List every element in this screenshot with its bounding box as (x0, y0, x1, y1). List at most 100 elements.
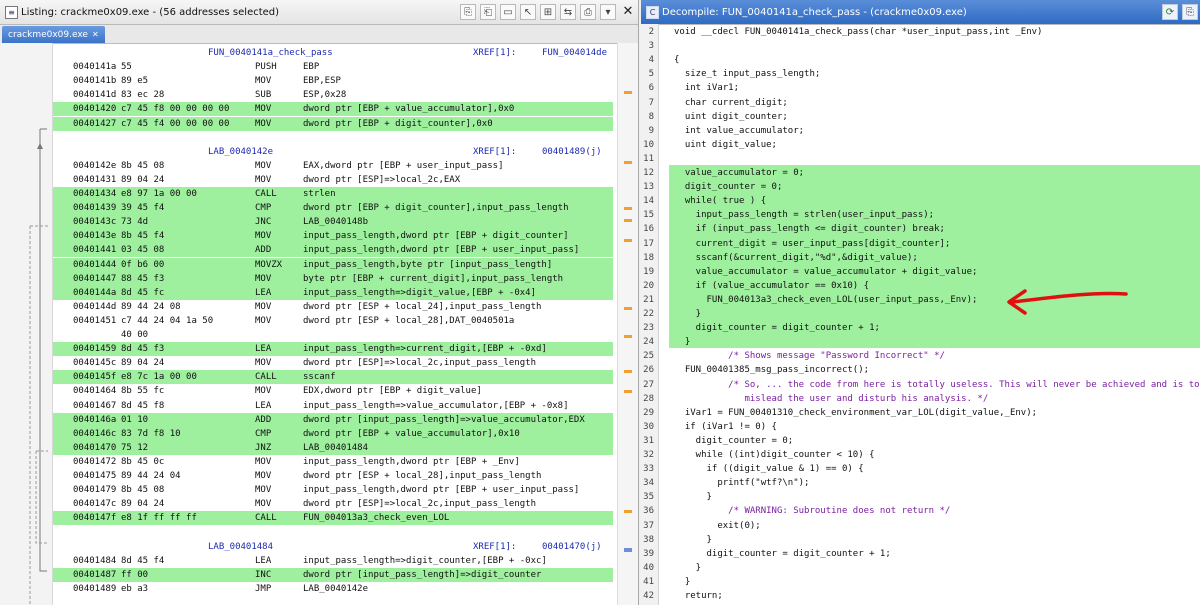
code-line[interactable]: 31 digit_counter = 0; (641, 434, 1200, 448)
code-line[interactable]: 34 printf("wtf?\n"); (641, 476, 1200, 490)
line-number: 13 (643, 182, 654, 193)
row-mnemonic: MOV (255, 174, 272, 185)
code-line[interactable]: 19 value_accumulator = value_accumulator… (641, 265, 1200, 279)
listing-overview-bar[interactable] (617, 43, 638, 605)
function-label-row[interactable]: FUN_0040141a_check_pass XREF[1]: FUN_00401… (53, 46, 613, 60)
jump-label-row[interactable]: LAB_0040142e XREF[1]: 00401489(j) (53, 145, 613, 159)
listing-row[interactable]: 0040144d 89 44 24 08 MOV dword ptr [ESP + l… (53, 300, 613, 314)
listing-close-icon[interactable]: ✕ (620, 4, 636, 20)
code-line[interactable]: 23 digit_counter = digit_counter + 1; (641, 321, 1200, 335)
code-line[interactable]: 8 uint digit_counter; (641, 110, 1200, 124)
listing-row[interactable]: 00401447 88 45 f3 MOV byte ptr [EBP + curre… (53, 271, 613, 286)
code-line[interactable]: 5 size_t input_pass_length; (641, 67, 1200, 81)
listing-row[interactable]: 00401459 8d 45 f3 LEA input_pass_length=>cu… (53, 342, 613, 357)
field-layout-icon[interactable]: ⊞ (540, 4, 556, 20)
tab-close-icon[interactable]: ✕ (92, 30, 99, 39)
diff-icon[interactable]: ⇆ (560, 4, 576, 20)
code-line[interactable]: 13 digit_counter = 0; (641, 180, 1200, 194)
listing-row[interactable]: 00401439 39 45 f4 CMP dword ptr [EBP + digi… (53, 201, 613, 216)
listing-row[interactable]: 00401479 8b 45 08 MOV input_pass_length,dwo… (53, 483, 613, 497)
decompile-view[interactable]: 2 void __cdecl FUN_0040141a_check_pass(ch… (641, 24, 1200, 605)
listing-row[interactable]: 0040141d 83 ec 28 SUB ESP,0x28 (53, 88, 613, 102)
paste-icon[interactable]: ⎗ (480, 4, 496, 20)
decompile-copy-icon[interactable]: ⎘ (1182, 4, 1198, 20)
code-line[interactable]: 7 char current_digit; (641, 96, 1200, 110)
listing-row[interactable]: 00401431 89 04 24 MOV dword ptr [ESP]=>loca… (53, 173, 613, 187)
listing-row[interactable]: 0040144a 8d 45 fc LEA input_pass_length=>di… (53, 285, 613, 300)
listing-row[interactable]: 00401420 c7 45 f8 00 00 00 00 MOV dword ptr… (53, 102, 613, 117)
code-line[interactable]: 22 } (641, 307, 1200, 321)
code-line[interactable]: 18 sscanf(&current_digit,"%d",&digit_val… (641, 251, 1200, 265)
listing-row[interactable]: 0040141a 55 PUSH EBP (53, 60, 613, 74)
listing-row[interactable]: 00401444 0f b6 00 MOVZX input_pass_length,b… (53, 257, 613, 272)
refresh-icon[interactable]: ⟳ (1162, 4, 1178, 20)
code-line[interactable]: 32 while ((int)digit_counter < 10) { (641, 448, 1200, 462)
print-icon[interactable]: ⎙ (580, 4, 596, 20)
listing-row[interactable]: 00401451 c7 44 24 04 1a 50 MOV dword ptr [E… (53, 314, 613, 328)
cursor-select-icon[interactable]: ↖ (520, 4, 536, 20)
code-line[interactable]: 15 input_pass_length = strlen(user_input… (641, 208, 1200, 222)
code-line[interactable]: 37 exit(0); (641, 519, 1200, 533)
code-line[interactable]: 12 value_accumulator = 0; (641, 166, 1200, 180)
listing-row[interactable]: 00401434 e8 97 1a 00 00 CALL strlen (53, 187, 613, 201)
listing-view[interactable]: FUN_0040141a_check_pass XREF[1]: FUN_00401… (0, 43, 638, 605)
code-line[interactable]: 40 } (641, 561, 1200, 575)
listing-row[interactable]: 00401472 8b 45 0c MOV input_pass_length,dwo… (53, 455, 613, 469)
code-line[interactable]: 2 void __cdecl FUN_0040141a_check_pass(ch… (641, 25, 1200, 39)
code-line[interactable]: 25 /* Shows message "Password Incorrect"… (641, 349, 1200, 363)
listing-row[interactable]: 0040145f e8 7c 1a 00 00 CALL sscanf (53, 370, 613, 385)
code-line[interactable]: 9 int value_accumulator; (641, 124, 1200, 138)
snapshot-icon[interactable]: ▭ (500, 4, 516, 20)
code-line[interactable]: 29 iVar1 = FUN_00401310_check_environmen… (641, 406, 1200, 420)
code-line[interactable]: 28 mislead the user and disturb his anal… (641, 392, 1200, 406)
listing-row[interactable]: 00401475 89 44 24 04 MOV dword ptr [ESP + l… (53, 469, 613, 483)
listing-row[interactable]: 0040146c 83 7d f8 10 CMP dword ptr [EBP + v… (53, 426, 613, 441)
decompile-window-icon: C (646, 5, 659, 19)
code-line[interactable]: 3 (641, 39, 1200, 53)
row-xref: XREF[1]: (473, 541, 517, 552)
code-line[interactable]: 39 digit_counter = digit_counter + 1; (641, 547, 1200, 561)
code-line[interactable]: 20 if (value_accumulator == 0x10) { (641, 279, 1200, 293)
code-line[interactable]: 16 if (input_pass_length <= digit_counte… (641, 222, 1200, 236)
listing-row[interactable]: 0040147f e8 1f ff ff ff CALL FUN_004013a3_c… (53, 511, 613, 526)
code-line[interactable]: 33 if ((digit_value & 1) == 0) { (641, 462, 1200, 476)
listing-row[interactable]: 00401441 03 45 08 ADD input_pass_length,dwo… (53, 243, 613, 258)
tab-crackme0x09[interactable]: crackme0x09.exe ✕ (2, 26, 105, 43)
listing-row[interactable]: 0040143c 73 4d JNC LAB_0040148b (53, 215, 613, 230)
code-line[interactable]: 11 (641, 152, 1200, 166)
listing-row[interactable]: 0040141b 89 e5 MOV EBP,ESP (53, 74, 613, 88)
code-line[interactable]: 30 if (iVar1 != 0) { (641, 420, 1200, 434)
listing-row[interactable]: 0040145c 89 04 24 MOV dword ptr [ESP]=>loca… (53, 356, 613, 370)
listing-row[interactable]: 0040143e 8b 45 f4 MOV input_pass_length,dwo… (53, 229, 613, 244)
listing-spacer[interactable] (53, 525, 613, 539)
code-line[interactable]: 6 int iVar1; (641, 81, 1200, 95)
code-line[interactable]: 38 } (641, 533, 1200, 547)
listing-row[interactable]: 00401464 8b 55 fc MOV EDX,dword ptr [EBP + … (53, 384, 613, 398)
code-line[interactable]: 14 while( true ) { (641, 194, 1200, 208)
listing-row[interactable]: 00401470 75 12 JNZ LAB_00401484 (53, 440, 613, 455)
listing-row[interactable]: 0040142e 8b 45 08 MOV EAX,dword ptr [EBP + … (53, 159, 613, 173)
code-line[interactable]: 24 } (641, 335, 1200, 349)
listing-row[interactable]: 00401427 c7 45 f4 00 00 00 00 MOV dword ptr… (53, 116, 613, 131)
listing-row[interactable]: 00401467 8d 45 f8 LEA input_pass_length=>va… (53, 399, 613, 413)
jump-label-row[interactable]: LAB_00401484 XREF[1]: 00401470(j) (53, 540, 613, 554)
code-line[interactable]: 26 FUN_00401385_msg_pass_incorrect(); (641, 363, 1200, 377)
listing-row[interactable]: 00401489 eb a3 JMP LAB_0040142e (53, 582, 613, 596)
listing-row[interactable]: 0040147c 89 04 24 MOV dword ptr [ESP]=>loca… (53, 497, 613, 511)
dropdown-menu-icon[interactable]: ▾ (600, 4, 616, 20)
listing-spacer[interactable] (53, 131, 613, 145)
code-line[interactable]: 17 current_digit = user_input_pass[digit… (641, 237, 1200, 251)
code-line[interactable]: 27 /* So, ... the code from here is tota… (641, 378, 1200, 392)
listing-row[interactable]: 00401487 ff 00 INC dword ptr [input_pass_le… (53, 567, 613, 582)
code-line[interactable]: 36 /* WARNING: Subroutine does not retur… (641, 504, 1200, 518)
listing-row[interactable]: 00401484 8d 45 f4 LEA input_pass_length=>di… (53, 554, 613, 568)
code-line[interactable]: 21 FUN_004013a3_check_even_LOL(user_inpu… (641, 293, 1200, 307)
code-line[interactable]: 35 } (641, 490, 1200, 504)
code-line[interactable]: 10 uint digit_value; (641, 138, 1200, 152)
copy-icon[interactable]: ⎘ (460, 4, 476, 20)
code-line[interactable]: 41 } (641, 575, 1200, 589)
code-line[interactable]: 42 return; (641, 589, 1200, 603)
code-line[interactable]: 4{ (641, 53, 1200, 67)
listing-row-continuation[interactable]: 40 00 (53, 328, 613, 342)
listing-row[interactable]: 0040146a 01 10 ADD dword ptr [input_pass_le… (53, 412, 613, 427)
